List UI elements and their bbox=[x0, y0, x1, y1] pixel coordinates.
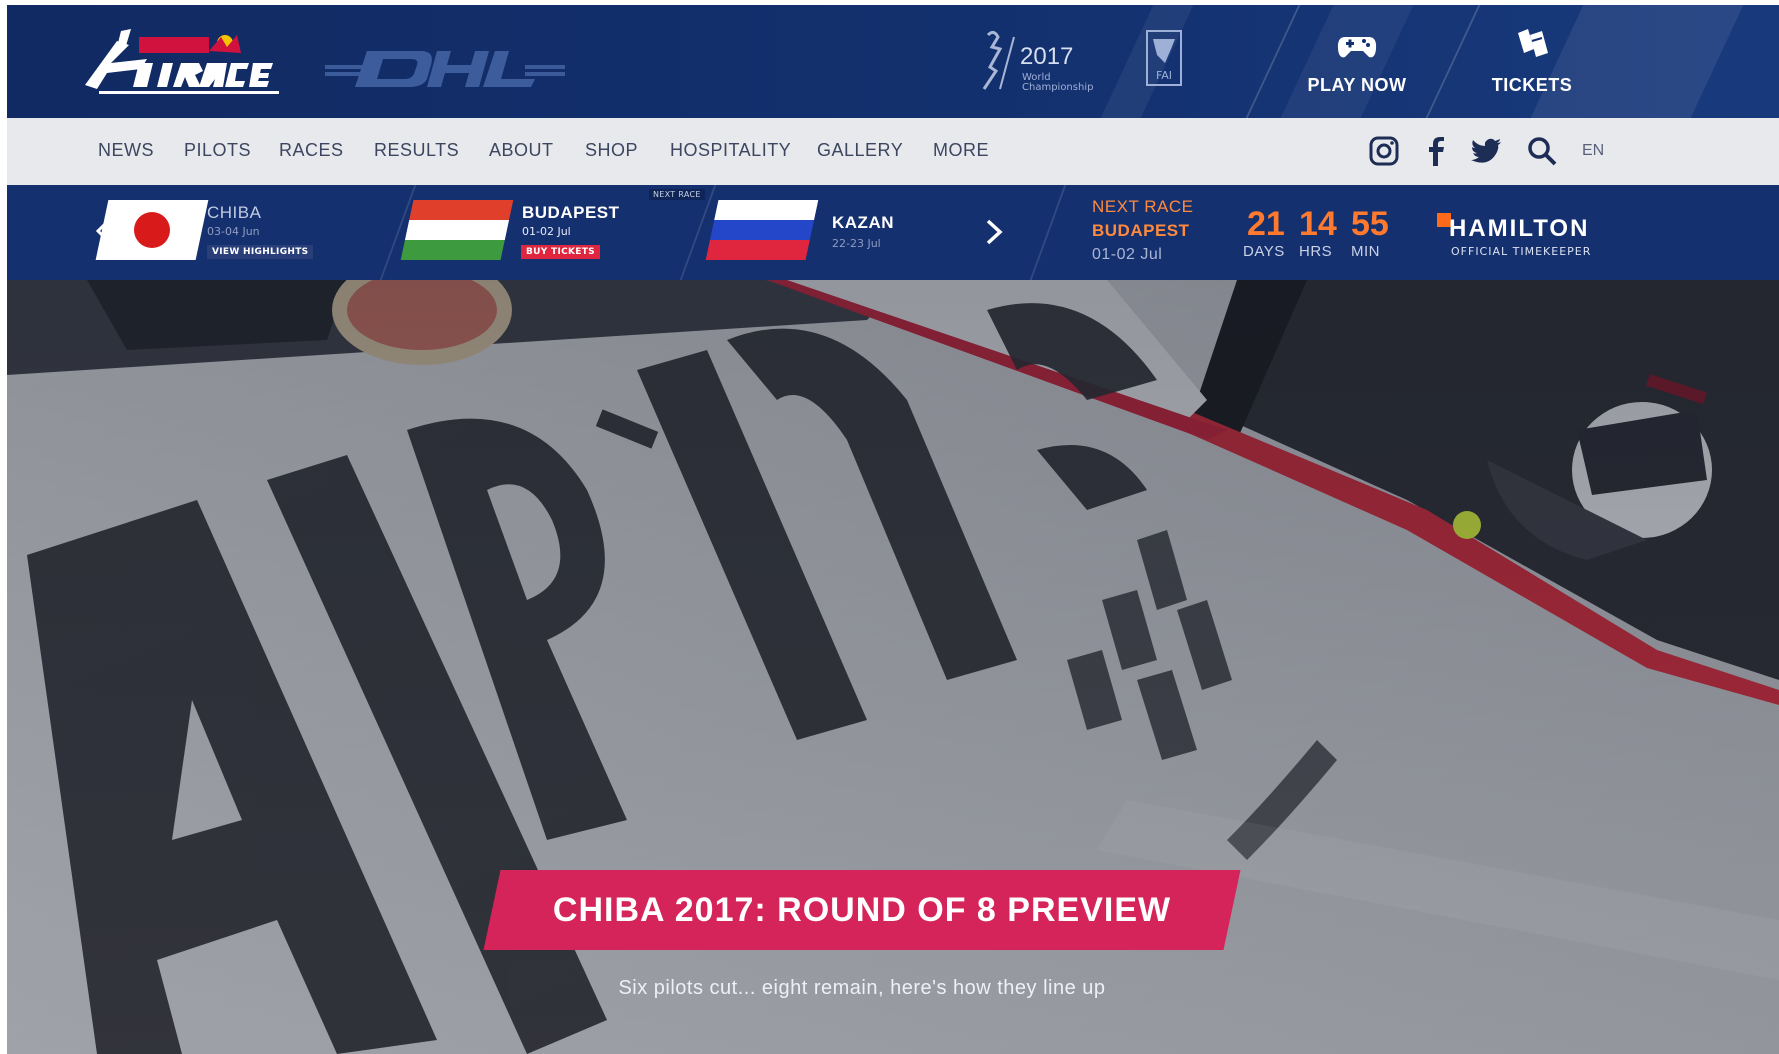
nav-pilots[interactable]: PILOTS bbox=[184, 140, 251, 161]
dhl-wordmark-icon bbox=[325, 51, 565, 87]
play-now-button[interactable]: PLAY NOW bbox=[1282, 5, 1432, 118]
play-now-label: PLAY NOW bbox=[1307, 75, 1407, 95]
next-race-city: BUDAPEST bbox=[1092, 221, 1190, 240]
instagram-icon[interactable] bbox=[1367, 134, 1401, 168]
countdown-minutes-label: MIN bbox=[1351, 243, 1380, 260]
search-icon[interactable] bbox=[1525, 134, 1559, 168]
hamilton-brand: HAMILTON bbox=[1449, 215, 1590, 242]
facebook-icon[interactable] bbox=[1419, 134, 1453, 168]
hero-subheadline: Six pilots cut... eight remain, here's h… bbox=[618, 977, 1106, 999]
nav-about[interactable]: ABOUT bbox=[489, 140, 554, 161]
nav-results[interactable]: RESULTS bbox=[374, 140, 459, 161]
gamepad-icon bbox=[1337, 37, 1377, 58]
timekeeper-label: OFFICIAL TIMEKEEPER bbox=[1451, 245, 1592, 258]
countdown-days-label: DAYS bbox=[1243, 243, 1285, 260]
top-header-bar: 2017 World Championship FAI PLAY NOW TIC… bbox=[7, 5, 1779, 118]
race-date: 22-23 Jul bbox=[832, 237, 881, 250]
race-card-chiba[interactable]: CHIBA 03-04 Jun VIEW HIGHLIGHTS bbox=[7, 185, 407, 280]
championship-label: World Championship bbox=[1022, 72, 1094, 93]
tickets-button[interactable]: TICKETS bbox=[1457, 5, 1607, 118]
fai-emblem-icon: FAI bbox=[1146, 30, 1182, 86]
fai-text: FAI bbox=[1156, 69, 1172, 82]
buy-tickets-link[interactable]: BUY TICKETS bbox=[521, 245, 600, 259]
world-championship-badge: 2017 World Championship bbox=[970, 27, 1093, 97]
chevron-right-icon[interactable] bbox=[982, 215, 1006, 249]
hero-headline[interactable]: CHIBA 2017: ROUND OF 8 PREVIEW bbox=[492, 870, 1232, 950]
race-city: CHIBA bbox=[207, 203, 262, 222]
twitter-icon[interactable] bbox=[1469, 134, 1503, 168]
race-divider bbox=[1029, 185, 1067, 280]
countdown-hours-label: HRS bbox=[1299, 243, 1333, 260]
countdown-minutes: 55 bbox=[1351, 205, 1389, 243]
air-race-logo-icon bbox=[85, 29, 279, 94]
race-calendar-bar: CHIBA 03-04 Jun VIEW HIGHLIGHTS NEXT RAC… bbox=[7, 185, 1779, 280]
race-city: BUDAPEST bbox=[522, 203, 620, 222]
japan-flag bbox=[95, 200, 209, 260]
next-race-label: NEXT RACE bbox=[1092, 197, 1194, 216]
tickets-icon bbox=[1518, 29, 1548, 57]
language-selector[interactable]: EN bbox=[1582, 142, 1604, 160]
next-race-tag: NEXT RACE bbox=[649, 189, 705, 200]
race-date: 03-04 Jun bbox=[207, 225, 260, 238]
hero-banner[interactable]: CHIBA 2017: ROUND OF 8 PREVIEW Six pilot… bbox=[7, 280, 1779, 1054]
page-frame: 2017 World Championship FAI PLAY NOW TIC… bbox=[7, 5, 1779, 1054]
race-date: 01-02 Jul bbox=[522, 225, 571, 238]
race-city: KAZAN bbox=[832, 213, 894, 232]
hungary-flag bbox=[400, 200, 514, 260]
fai-logo: FAI bbox=[1145, 29, 1183, 87]
nav-shop[interactable]: SHOP bbox=[585, 140, 638, 161]
nav-hospitality[interactable]: HOSPITALITY bbox=[670, 140, 791, 161]
nav-gallery[interactable]: GALLERY bbox=[817, 140, 903, 161]
tickets-label: TICKETS bbox=[1491, 75, 1573, 95]
nav-news[interactable]: NEWS bbox=[98, 140, 154, 161]
countdown-days: 21 bbox=[1247, 205, 1285, 243]
countdown-hours: 14 bbox=[1299, 205, 1337, 243]
championship-trophy-icon bbox=[982, 30, 1015, 90]
dhl-logo bbox=[325, 45, 565, 91]
nav-races[interactable]: RACES bbox=[279, 140, 344, 161]
nav-more[interactable]: MORE bbox=[933, 140, 989, 161]
russia-flag bbox=[705, 200, 819, 260]
season-year: 2017 bbox=[1020, 43, 1074, 70]
next-race-date: 01-02 Jul bbox=[1092, 246, 1163, 263]
hamilton-timekeeper-logo[interactable]: HAMILTON OFFICIAL TIMEKEEPER bbox=[1437, 213, 1617, 263]
race-card-kazan[interactable]: KAZAN 22-23 Jul bbox=[705, 185, 972, 280]
headline-banner[interactable]: CHIBA 2017: ROUND OF 8 PREVIEW bbox=[483, 870, 1241, 950]
red-bull-air-race-logo[interactable] bbox=[77, 23, 297, 101]
race-card-budapest[interactable]: NEXT RACE BUDAPEST 01-02 Jul BUY TICKETS bbox=[400, 185, 707, 280]
view-highlights-link[interactable]: VIEW HIGHLIGHTS bbox=[207, 245, 314, 259]
main-navigation: NEWS PILOTS RACES RESULTS ABOUT SHOP HOS… bbox=[7, 118, 1779, 185]
